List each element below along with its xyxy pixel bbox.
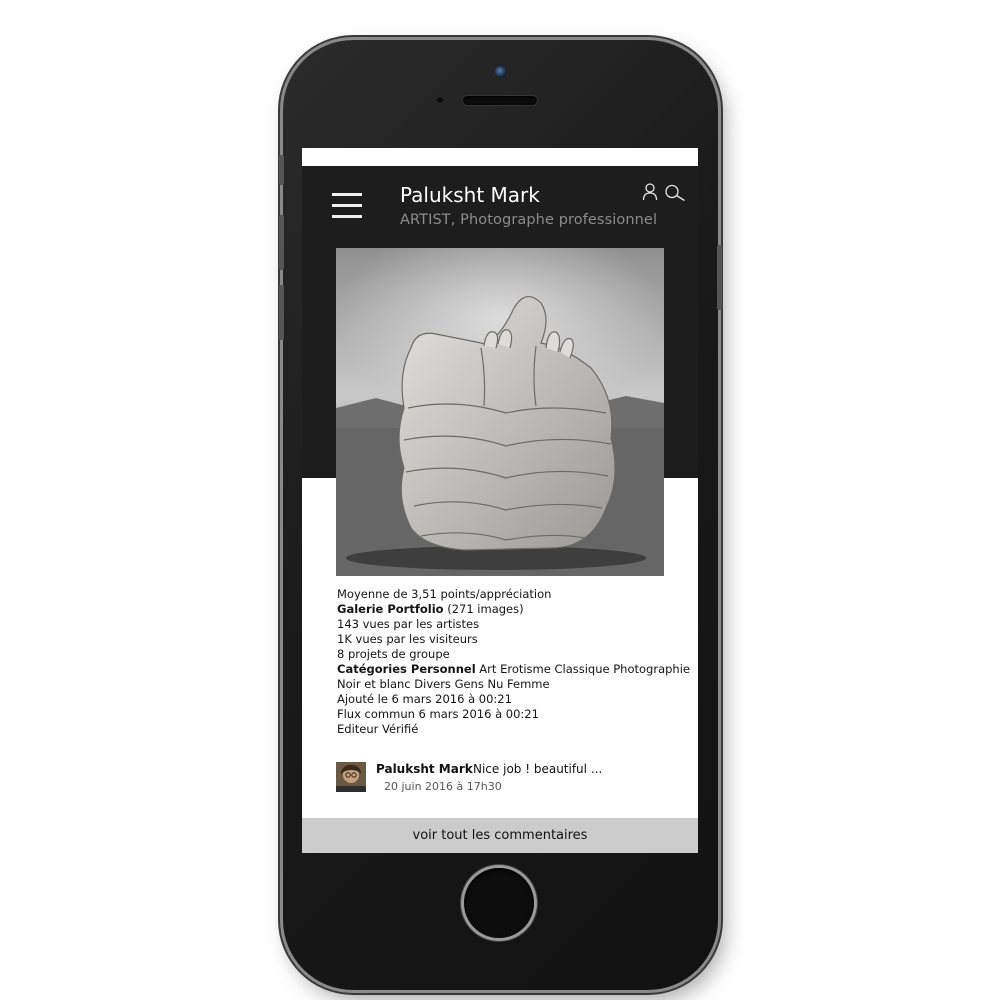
hamburger-icon-line	[332, 215, 362, 218]
comment-author[interactable]: Paluksht Mark	[376, 762, 473, 776]
hamburger-icon-line	[332, 204, 362, 207]
earpiece-speaker	[463, 96, 537, 105]
categories-list-continued: Noir et blanc Divers Gens Nu Femme	[337, 677, 550, 691]
gallery-count: (271 images)	[443, 602, 524, 616]
search-icon[interactable]	[664, 184, 686, 202]
artist-views: 143 vues par les artistes	[337, 617, 480, 631]
user-icon[interactable]	[642, 183, 658, 201]
view-all-comments-button[interactable]: voir tout les commentaires	[302, 818, 698, 853]
comment-text: Nice job ! beautiful ...	[473, 762, 603, 776]
home-button[interactable]	[464, 868, 534, 938]
front-camera	[495, 66, 507, 78]
gallery-line: Galerie Portfolio (271 images)	[337, 602, 677, 617]
gallery-link[interactable]: Galerie Portfolio	[337, 602, 444, 616]
volume-down-button	[279, 285, 284, 340]
proximity-sensor	[437, 97, 443, 103]
categories-label: Catégories Personnel	[337, 662, 476, 676]
artist-name: Paluksht Mark	[400, 183, 540, 207]
artwork-details: Moyenne de 3,51 points/appréciation Gale…	[337, 587, 690, 737]
group-projects: 8 projets de groupe	[337, 647, 450, 661]
app-screen: Paluksht Mark ARTIST, Photographe profes…	[302, 148, 698, 853]
power-button	[717, 245, 722, 310]
menu-button[interactable]	[332, 193, 362, 219]
added-date: Ajouté le 6 mars 2016 à 00:21	[337, 692, 512, 706]
artwork-photo[interactable]	[336, 248, 664, 576]
silent-switch	[279, 155, 284, 185]
volume-up-button	[279, 215, 284, 270]
status-bar	[302, 148, 698, 166]
visitor-views: 1K vues par les visiteurs	[337, 632, 478, 646]
avatar	[336, 762, 366, 792]
rating-text: Moyenne de 3,51 points/appréciation	[337, 587, 552, 601]
artist-subtitle: ARTIST, Photographe professionnel	[400, 212, 658, 228]
comment-item[interactable]: Paluksht Mark Nice job ! beautiful ... 2…	[336, 762, 676, 796]
editor-status: Editeur Vérifié	[337, 722, 419, 736]
feed-date: Flux commun 6 mars 2016 à 00:21	[337, 707, 539, 721]
categories-list: Art Erotisme Classique Photographie	[475, 662, 690, 676]
comment-date: 20 juin 2016 à 17h30	[384, 780, 502, 793]
categories-line: Catégories Personnel Art Erotisme Classi…	[337, 662, 690, 677]
hamburger-icon	[332, 193, 362, 196]
